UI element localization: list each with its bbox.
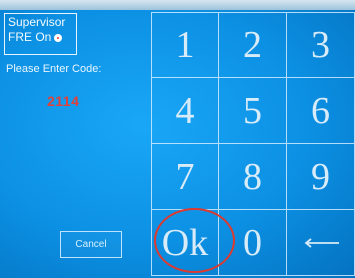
key-7[interactable]: 7 <box>151 144 219 210</box>
keypad: 1 2 3 4 5 6 7 8 9 Ok 0 <box>151 12 355 278</box>
key-3[interactable]: 3 <box>287 12 355 78</box>
key-9[interactable]: 9 <box>287 144 355 210</box>
screen: Supervisor FRE On Please Enter Code: 211… <box>0 0 355 278</box>
key-6[interactable]: 6 <box>287 78 355 144</box>
backspace-arrow-icon-graphic <box>304 237 339 248</box>
key-8[interactable]: 8 <box>219 144 287 210</box>
key-5[interactable]: 5 <box>219 78 287 144</box>
fre-label: FRE On <box>8 30 52 44</box>
supervisor-title: Supervisor <box>8 15 66 29</box>
cancel-button[interactable]: Cancel <box>60 231 122 258</box>
radio-selected-icon[interactable] <box>54 33 63 42</box>
enter-code-label: Please Enter Code: <box>6 63 102 75</box>
key-1[interactable]: 1 <box>151 12 219 78</box>
key-4[interactable]: 4 <box>151 78 219 144</box>
ok-button[interactable]: Ok <box>151 210 219 276</box>
entered-code: 2114 <box>47 93 80 109</box>
bezel-top <box>0 0 355 10</box>
key-0[interactable]: 0 <box>219 210 287 276</box>
supervisor-panel[interactable]: Supervisor FRE On <box>4 13 77 55</box>
fre-toggle[interactable]: FRE On <box>8 30 73 45</box>
backspace-arrow-icon[interactable] <box>287 210 355 276</box>
key-2[interactable]: 2 <box>219 12 287 78</box>
